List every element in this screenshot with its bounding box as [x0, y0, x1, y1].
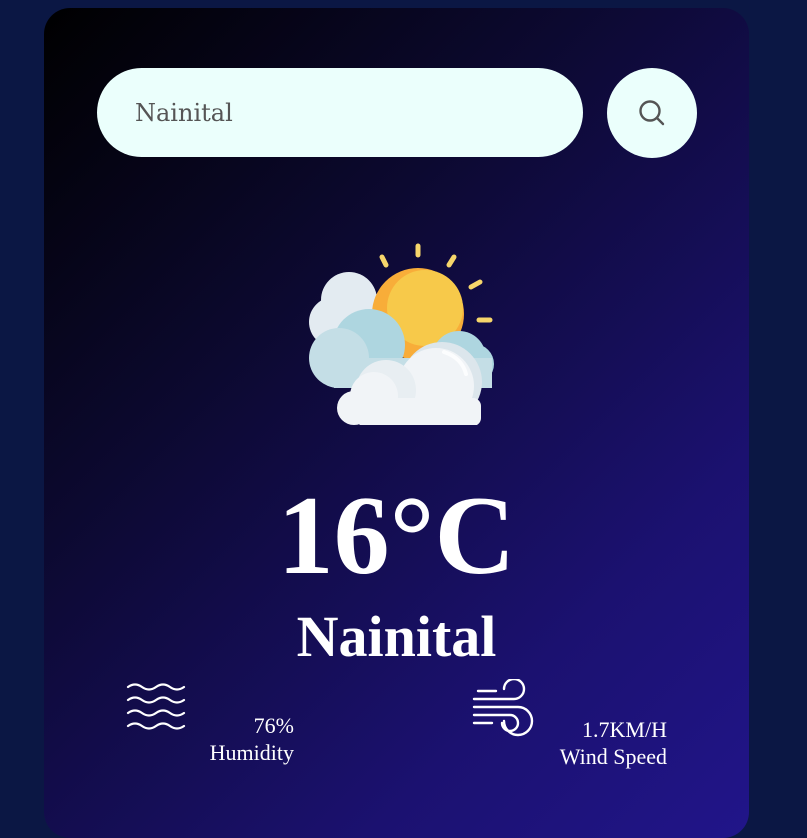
- humidity-info: 76% Humidity: [194, 712, 294, 766]
- sun-behind-clouds-icon: [294, 240, 504, 426]
- search-input[interactable]: [97, 68, 583, 157]
- search-button[interactable]: [607, 68, 697, 158]
- humidity-label: Humidity: [209, 740, 294, 765]
- humidity-value: 76%: [253, 713, 294, 738]
- wind-speed-label: Wind Speed: [559, 744, 667, 769]
- city-name: Nainital: [296, 604, 497, 669]
- search-icon: [637, 98, 667, 128]
- wind-speed-value: 1.7KM/H: [582, 717, 667, 742]
- waves-icon: [126, 682, 188, 738]
- weather-card: 16°C Nainital 76% Humidity 1.7KM/H: [44, 8, 749, 838]
- wind-info: 1.7KM/H Wind Speed: [524, 716, 667, 770]
- temperature: 16°C: [277, 474, 516, 598]
